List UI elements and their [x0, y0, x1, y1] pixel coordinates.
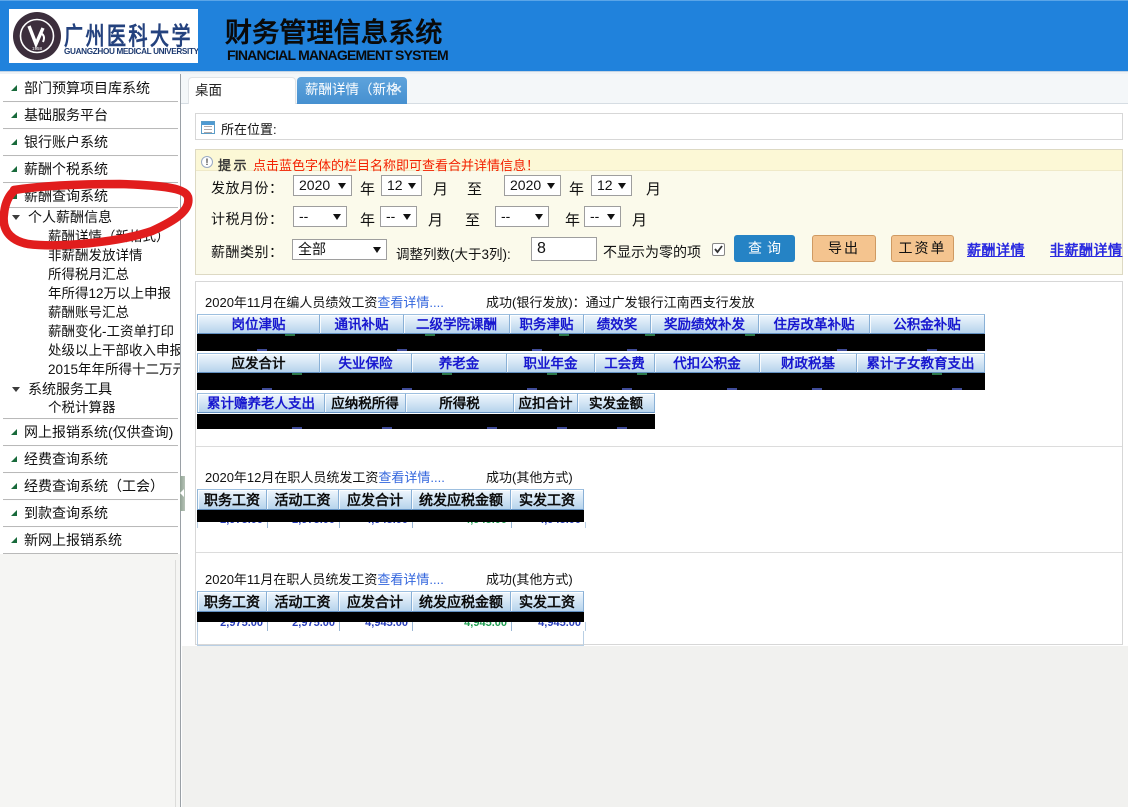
svg-text:1958: 1958 [32, 46, 43, 51]
